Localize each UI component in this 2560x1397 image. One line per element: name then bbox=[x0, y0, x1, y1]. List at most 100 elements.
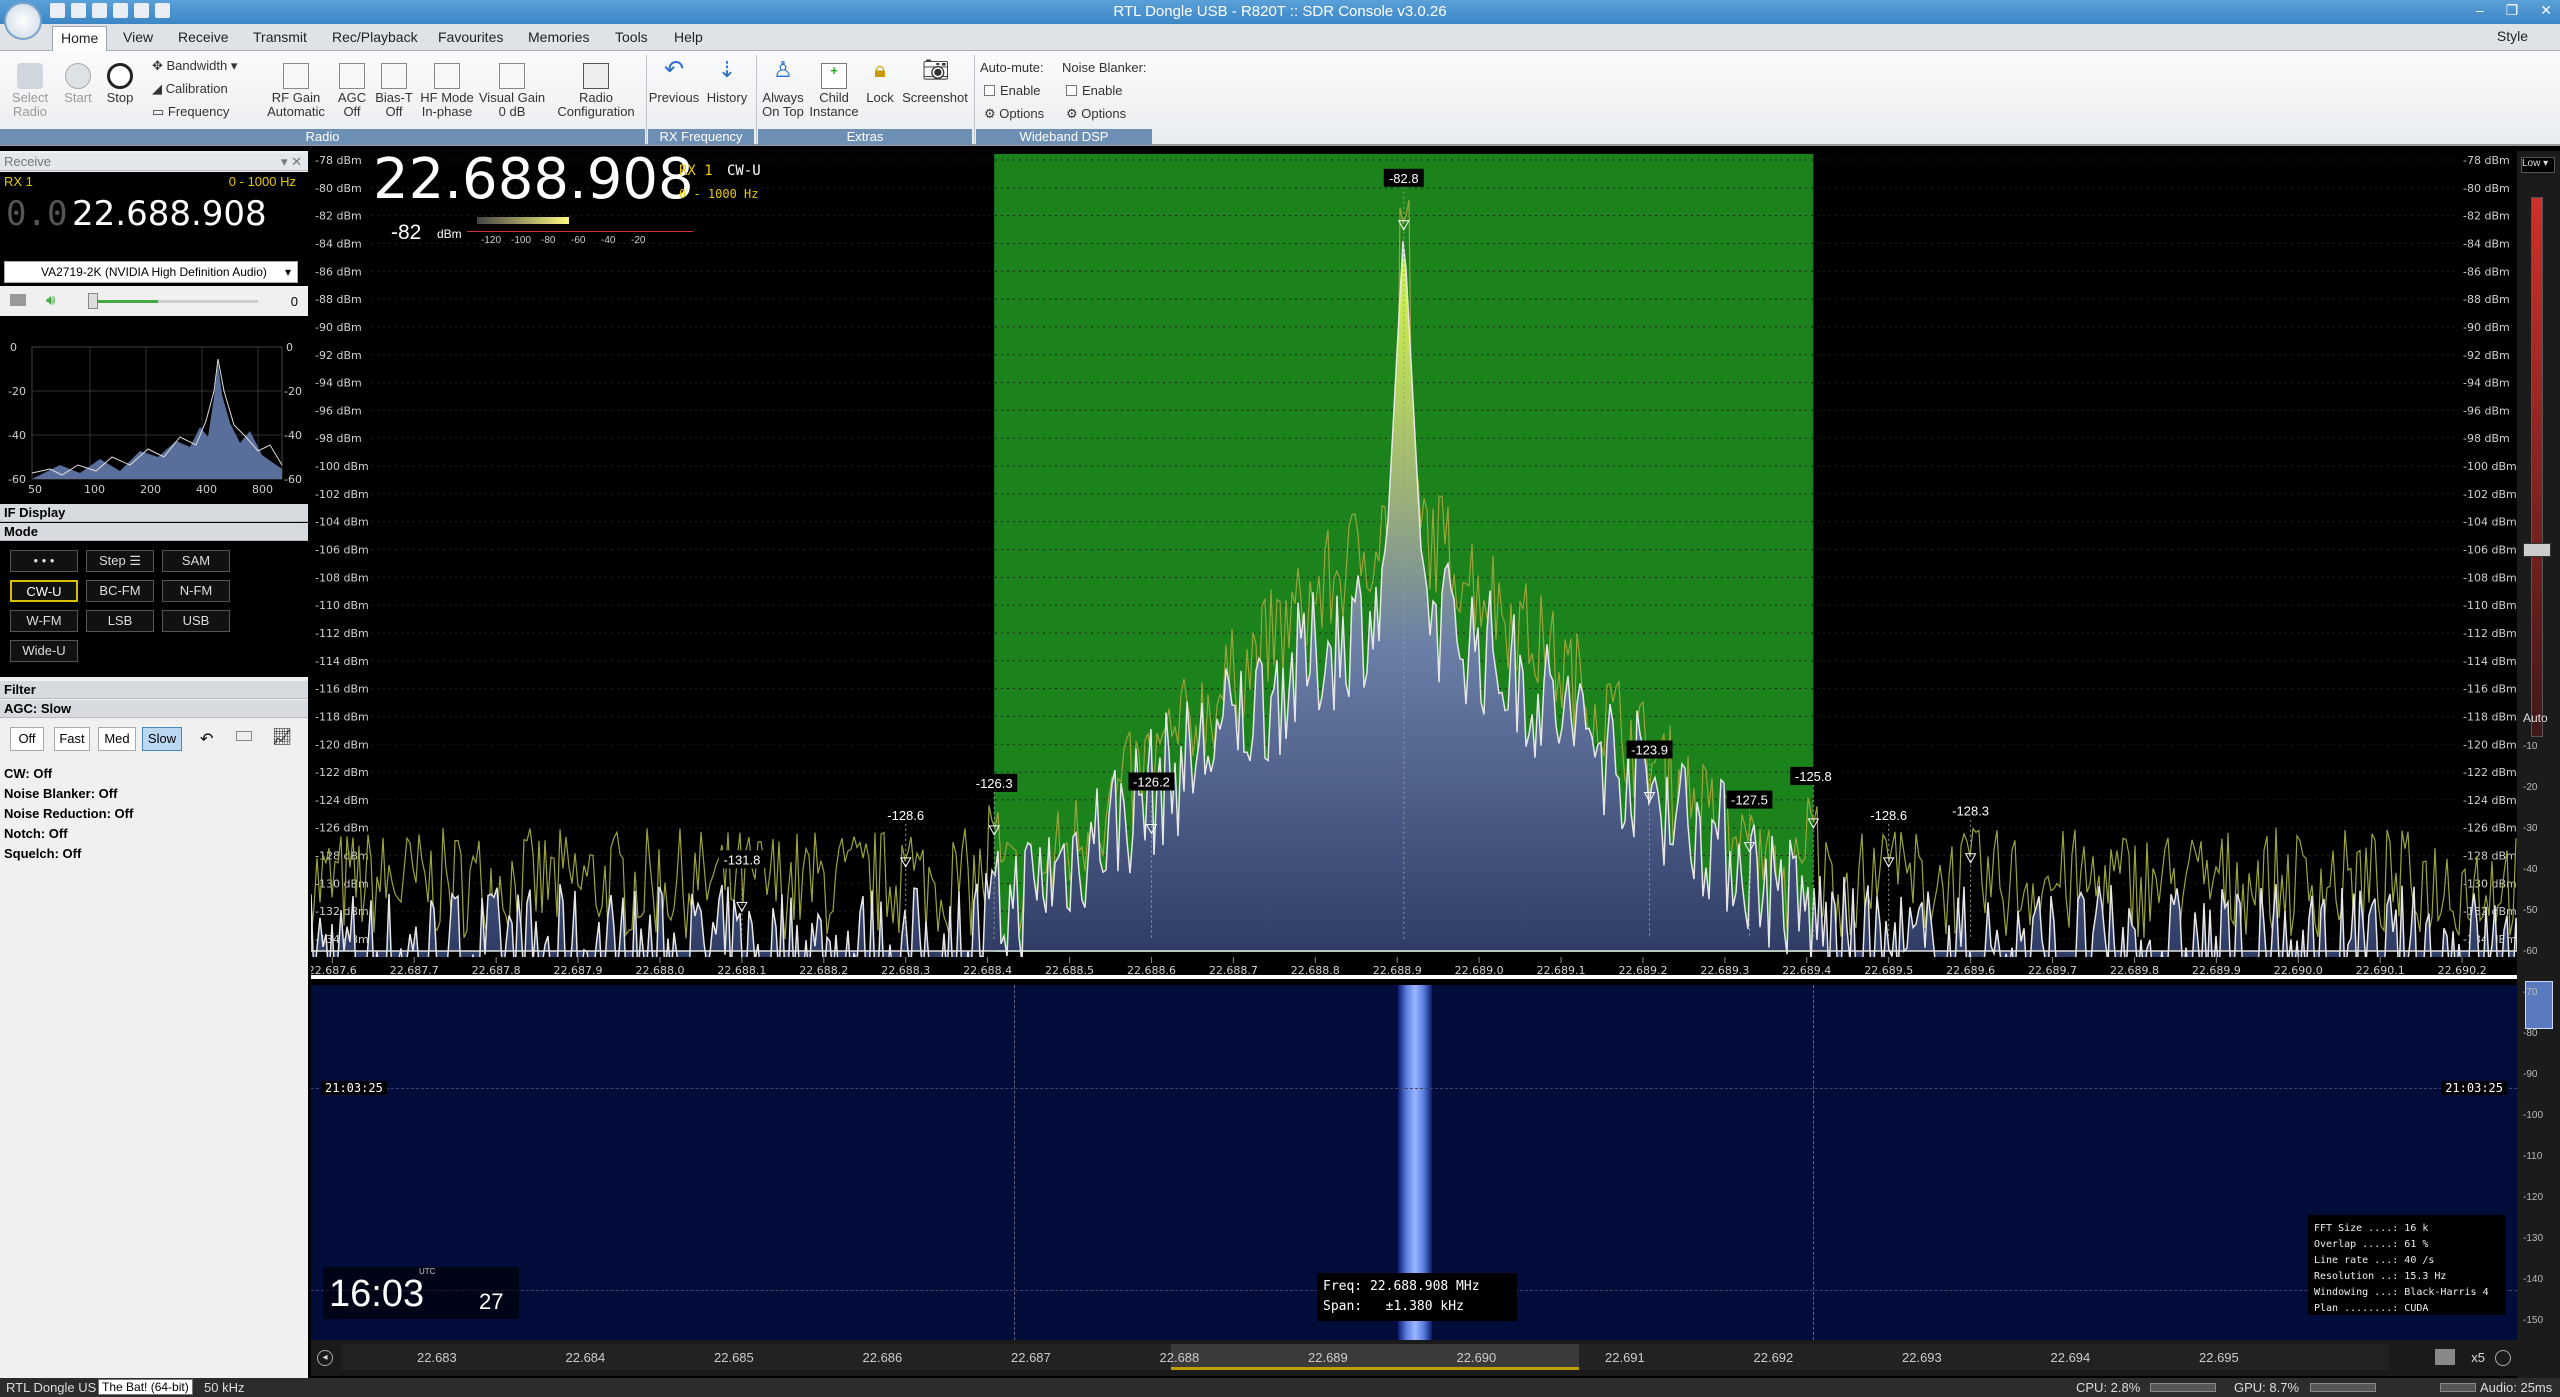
mode-wide-u-button[interactable]: Wide-U bbox=[10, 640, 78, 662]
tab-home[interactable]: Home bbox=[52, 26, 108, 52]
agc-med-button[interactable]: Med bbox=[98, 727, 136, 751]
mode-sam-button[interactable]: SAM bbox=[162, 550, 230, 572]
agc-button[interactable]: AGC Off bbox=[334, 61, 370, 119]
frequency-scale-bar[interactable]: ◂ 22.683 22.684 22.685 22.686 22.687 22.688 22… bbox=[311, 1340, 2517, 1376]
if-tick-20-right: -20 bbox=[284, 385, 302, 398]
if-x-100: 100 bbox=[84, 483, 105, 496]
mode-lsb-button[interactable]: LSB bbox=[86, 610, 154, 632]
tab-help[interactable]: Help bbox=[674, 29, 703, 45]
if-display-header[interactable]: IF Display bbox=[0, 504, 308, 522]
mode-usb-button[interactable]: USB bbox=[162, 610, 230, 632]
tab-receive[interactable]: Receive bbox=[178, 29, 229, 45]
tab-rec-playback[interactable]: Rec/Playback bbox=[332, 29, 418, 45]
always-on-top-button[interactable]: ♙ Always On Top bbox=[758, 59, 808, 119]
spectrum-display[interactable]: -78 dBm -78 dBm -80 dBm -80 dBm -82 dBm -82 d… bbox=[308, 147, 2518, 984]
calibration-button[interactable]: ◢ Calibration bbox=[152, 82, 242, 96]
volume-slider[interactable] bbox=[88, 293, 258, 309]
waterfall-level-tick: -40 bbox=[2523, 864, 2538, 875]
child-instance-button[interactable]: + Child Instance bbox=[808, 61, 860, 119]
notch-option[interactable]: Notch: Off bbox=[4, 826, 68, 841]
noise-blanker-option[interactable]: Noise Blanker: Off bbox=[4, 786, 117, 801]
band-scale-tick: 22.693 bbox=[1902, 1350, 1942, 1365]
previous-button[interactable]: ↶ Previous bbox=[648, 58, 700, 105]
agc-slow-button[interactable]: Slow bbox=[142, 727, 182, 751]
band-scale-tick: 22.685 bbox=[714, 1350, 754, 1365]
minimize-button[interactable]: – bbox=[2476, 2, 2484, 19]
mode-more-button[interactable]: • • • bbox=[10, 550, 78, 572]
tab-transmit[interactable]: Transmit bbox=[253, 29, 307, 45]
app-menu-button[interactable] bbox=[4, 2, 42, 40]
tab-view[interactable]: View bbox=[123, 29, 153, 45]
collapse-icon[interactable]: ▾ ✕ bbox=[281, 153, 302, 171]
agc-header[interactable]: AGC: Slow bbox=[0, 700, 308, 718]
tab-tools[interactable]: Tools bbox=[615, 29, 648, 45]
main-frequency-readout[interactable]: 22.688.908 bbox=[373, 147, 694, 212]
lock-button[interactable]: 🔒︎ Lock bbox=[862, 59, 898, 105]
noise-reduction-option[interactable]: Noise Reduction: Off bbox=[4, 806, 133, 821]
tooltip-span: ±1.380 kHz bbox=[1385, 1299, 1464, 1314]
stop-button[interactable]: Stop bbox=[102, 61, 138, 105]
passband-left-edge[interactable] bbox=[1014, 985, 1015, 1340]
bandwidth-menu[interactable]: ✥ Bandwidth ▾ bbox=[152, 59, 242, 73]
screenshot-button[interactable]: 📷︎ Screenshot bbox=[900, 59, 970, 105]
audio-buffer-bar bbox=[2440, 1383, 2476, 1392]
band-scale[interactable]: 22.683 22.684 22.685 22.686 22.687 22.688 22.6… bbox=[341, 1344, 2389, 1370]
waterfall-level-tick: -80 bbox=[2523, 1028, 2538, 1039]
frequency-button[interactable]: ▭ Frequency bbox=[152, 105, 242, 119]
mode-step-button[interactable]: Step ☰ bbox=[86, 550, 154, 572]
auto-mute-options-button[interactable]: ⚙ Options bbox=[984, 107, 1054, 121]
spectrum-range-slider[interactable] bbox=[2531, 197, 2543, 737]
bias-t-button[interactable]: Bias-T Off bbox=[374, 61, 414, 119]
spectrum-svg[interactable]: -78 dBm -78 dBm -80 dBm -80 dBm -82 dBm -82 d… bbox=[308, 151, 2518, 984]
mode-w-fm-button[interactable]: W-FM bbox=[10, 610, 78, 632]
squelch-option[interactable]: Squelch: Off bbox=[4, 846, 81, 861]
graph-icon[interactable]: 📈︎ bbox=[272, 727, 292, 747]
rf-gain-button[interactable]: RF Gain Automatic bbox=[260, 61, 332, 119]
noise-blanker-enable-checkbox[interactable]: Enable bbox=[1066, 84, 1136, 98]
auto-mute-enable-checkbox[interactable]: Enable bbox=[984, 84, 1054, 98]
close-button[interactable]: ✕ bbox=[2540, 2, 2552, 19]
passband-right-edge[interactable] bbox=[1813, 985, 1814, 1340]
scroll-left-icon[interactable]: ◂ bbox=[317, 1350, 333, 1366]
zoom-level[interactable]: x5 bbox=[2471, 1350, 2485, 1365]
visible-range-indicator[interactable] bbox=[1171, 1344, 1579, 1370]
start-button[interactable]: Start bbox=[60, 61, 96, 105]
waterfall-level-tick: -20 bbox=[2523, 782, 2538, 793]
agc-off-button[interactable]: Off bbox=[10, 727, 44, 751]
filter-header[interactable]: Filter bbox=[0, 681, 308, 699]
agc-fast-button[interactable]: Fast bbox=[54, 727, 90, 751]
audio-device-select[interactable]: VA2719-2K (NVIDIA High Definition Audio)… bbox=[4, 261, 298, 283]
cw-option[interactable]: CW: Off bbox=[4, 766, 52, 781]
zoom-icon[interactable] bbox=[2495, 1350, 2511, 1366]
bars-icon[interactable] bbox=[10, 294, 26, 306]
noise-blanker-options-button[interactable]: ⚙ Options bbox=[1066, 107, 1136, 121]
frequency-readout[interactable]: 22.688.908 bbox=[72, 194, 267, 234]
tab-favourites[interactable]: Favourites bbox=[438, 29, 503, 45]
undo-icon[interactable]: ↶ bbox=[200, 729, 213, 749]
mode-cw-u-button[interactable]: CW-U bbox=[10, 580, 78, 602]
radio-configuration-button[interactable]: Radio Configuration bbox=[552, 61, 640, 119]
range-slider-thumb[interactable] bbox=[2523, 543, 2551, 557]
range-select[interactable]: Low ▾ bbox=[2521, 157, 2555, 173]
peak-label: -127.5 bbox=[1731, 793, 1768, 808]
restore-button[interactable]: ❐ bbox=[2506, 2, 2519, 19]
style-menu[interactable]: Style bbox=[2497, 28, 2528, 44]
auto-button[interactable]: Auto bbox=[2523, 711, 2548, 725]
mode-bc-fm-button[interactable]: BC-FM bbox=[86, 580, 154, 602]
speaker-icon[interactable]: 🔊︎ bbox=[46, 292, 55, 309]
db-tick-right: -100 dBm bbox=[2463, 460, 2517, 473]
history-button[interactable]: ⇣ History bbox=[702, 59, 752, 105]
waterfall-display[interactable]: 21:03:25 21:03:25 UTC 16:03 27 Freq: 22.… bbox=[311, 985, 2517, 1340]
bandplan-icon[interactable] bbox=[2435, 1349, 2455, 1365]
ribbon: Select Radio Start Stop ✥ Bandwidth ▾ ◢ … bbox=[0, 51, 2560, 146]
hf-mode-button[interactable]: HF Mode In-phase bbox=[418, 61, 476, 119]
select-radio-button[interactable]: Select Radio bbox=[6, 61, 54, 119]
mode-n-fm-button[interactable]: N-FM bbox=[162, 580, 230, 602]
db-tick-left: -112 dBm bbox=[315, 627, 369, 640]
db-tick-right: -120 dBm bbox=[2463, 738, 2517, 751]
tab-memories[interactable]: Memories bbox=[528, 29, 589, 45]
visual-gain-button[interactable]: Visual Gain 0 dB bbox=[478, 61, 546, 119]
band-scale-tick: 22.695 bbox=[2199, 1350, 2239, 1365]
keyboard-icon[interactable] bbox=[236, 731, 252, 741]
mode-header[interactable]: Mode bbox=[0, 523, 308, 541]
